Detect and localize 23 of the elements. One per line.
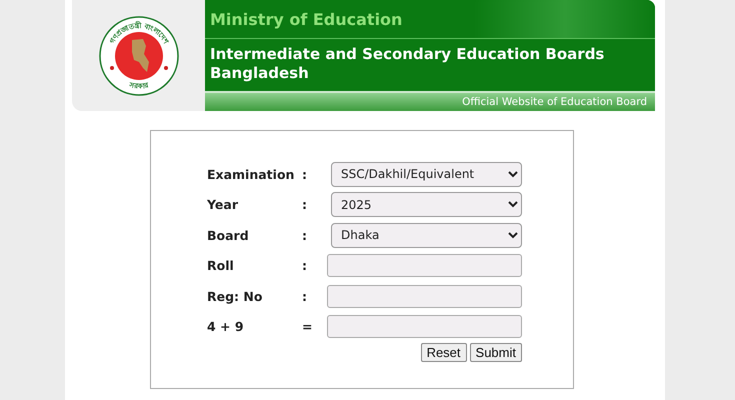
separator-text: : [302,288,308,304]
field-label: Roll [207,258,235,274]
separator-text: : [302,166,308,182]
input-field[interactable] [327,254,522,278]
field-label: Board [207,228,250,243]
field-label: Examination [207,166,296,182]
field-label: 4 + 9 [207,319,245,334]
separator-text: : [302,228,308,243]
input-field[interactable] [327,284,522,308]
separator-text: : [302,258,308,274]
dropdown[interactable]: 2025 [331,192,522,218]
site-title: Intermediate and Secondary Education Boards Bangladesh [210,45,604,82]
separator-text: : [302,197,308,212]
input-field[interactable] [327,315,522,338]
site-tagline: Official Website of Education Board [462,96,647,108]
dropdown[interactable]: Dhaka [331,222,522,248]
field-label: Year [207,197,239,212]
reset-button[interactable]: Reset [420,343,467,362]
separator-text: = [302,319,314,334]
ministry-name: Ministry of Education [210,10,402,28]
field-label: Reg: No [207,288,264,304]
dropdown[interactable]: SSC/Dakhil/Equivalent [331,162,522,187]
submit-button[interactable]: Submit [470,343,522,362]
